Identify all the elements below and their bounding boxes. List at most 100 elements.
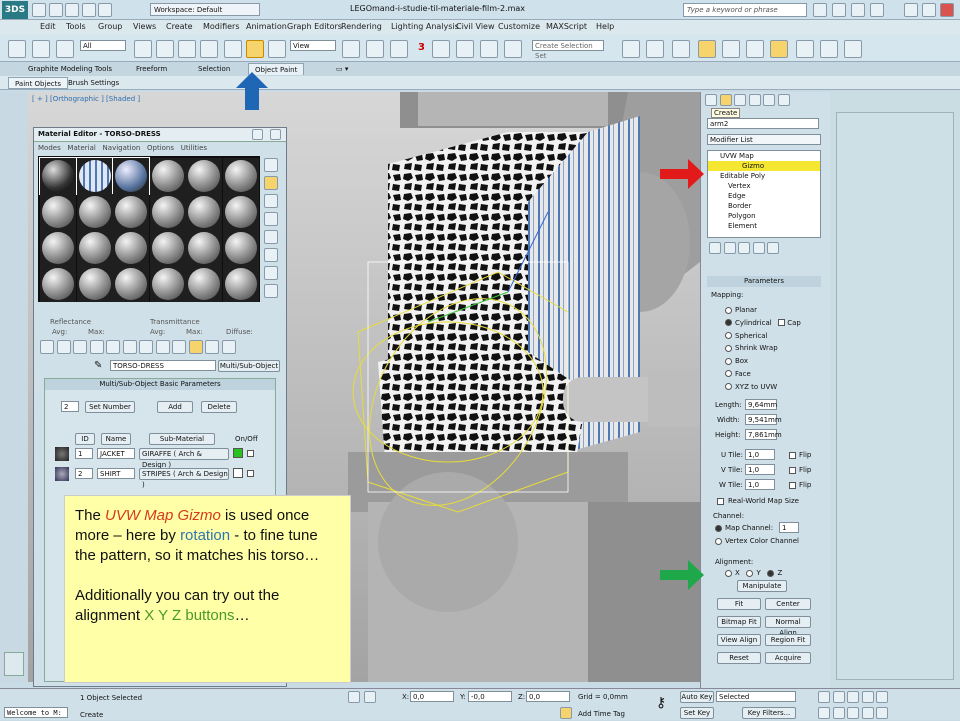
view-align-button[interactable]: View Align bbox=[717, 634, 761, 646]
snap-toggle-icon[interactable]: 3 bbox=[418, 42, 425, 53]
wflip-checkbox[interactable] bbox=[789, 482, 796, 489]
new-file-icon[interactable] bbox=[32, 3, 46, 17]
row-name[interactable]: JACKET bbox=[97, 448, 135, 459]
sample-type-icon[interactable] bbox=[264, 158, 278, 172]
menu-graph-editors[interactable]: Graph Editors bbox=[287, 22, 342, 31]
maximize-viewport-icon[interactable] bbox=[876, 707, 889, 719]
col-name-header[interactable]: Name bbox=[101, 433, 131, 445]
stack-item-polygon[interactable]: Polygon bbox=[708, 211, 820, 221]
row-onoff-checkbox[interactable] bbox=[247, 470, 254, 477]
show-end-result-stack-icon[interactable] bbox=[723, 242, 736, 254]
put-to-scene-icon[interactable] bbox=[56, 340, 71, 354]
subtab-brush-settings[interactable]: Brush Settings bbox=[62, 77, 125, 89]
x-coord-field[interactable]: 0,0 bbox=[410, 691, 454, 702]
me-menu-utilities[interactable]: Utilities bbox=[181, 144, 207, 152]
percent-snap-icon[interactable] bbox=[456, 40, 474, 58]
rendered-frame-icon[interactable] bbox=[820, 40, 838, 58]
pick-material-icon[interactable]: ✎ bbox=[94, 360, 102, 371]
spherical-radio[interactable] bbox=[725, 332, 732, 340]
me-menu-options[interactable]: Options bbox=[147, 144, 174, 152]
link-icon[interactable] bbox=[56, 40, 74, 58]
named-selection-set-select[interactable]: Create Selection Set bbox=[532, 40, 604, 60]
material-id-channel-icon[interactable] bbox=[155, 340, 170, 354]
render-teapot-icon[interactable] bbox=[844, 40, 862, 58]
material-slot[interactable] bbox=[186, 266, 222, 302]
add-button[interactable]: Add bbox=[157, 401, 193, 413]
assign-to-selection-icon[interactable] bbox=[73, 340, 88, 354]
menu-modifiers[interactable]: Modifiers bbox=[203, 22, 240, 31]
mirror-icon[interactable] bbox=[622, 40, 640, 58]
graphite-toggle-icon[interactable] bbox=[698, 40, 716, 58]
redo-toolbar-icon[interactable] bbox=[32, 40, 50, 58]
material-slot[interactable] bbox=[149, 194, 186, 230]
set-count-field[interactable]: 2 bbox=[61, 401, 79, 412]
menu-tools[interactable]: Tools bbox=[66, 22, 86, 31]
cylindrical-radio[interactable] bbox=[725, 319, 732, 327]
move-icon[interactable] bbox=[224, 40, 242, 58]
vertex-color-radio[interactable] bbox=[715, 537, 722, 545]
display-tab-icon[interactable] bbox=[763, 94, 776, 106]
me-menu-navigation[interactable]: Navigation bbox=[103, 144, 141, 152]
row-id[interactable]: 1 bbox=[75, 448, 93, 459]
material-slot[interactable] bbox=[149, 266, 186, 302]
maxscript-mini-listener[interactable] bbox=[4, 652, 24, 676]
get-material-icon[interactable] bbox=[40, 340, 54, 354]
width-field[interactable]: 9,541mm bbox=[745, 414, 782, 425]
bitmap-fit-button[interactable]: Bitmap Fit bbox=[717, 616, 761, 628]
scale-icon[interactable] bbox=[268, 40, 286, 58]
layer-manager-icon[interactable] bbox=[672, 40, 690, 58]
acquire-button[interactable]: Acquire bbox=[765, 652, 811, 664]
wtile-field[interactable]: 1,0 bbox=[745, 479, 775, 490]
subtab-paint-objects[interactable]: Paint Objects bbox=[8, 77, 68, 89]
face-radio[interactable] bbox=[725, 370, 732, 378]
modifier-stack[interactable]: UVW Map Gizmo Editable Poly Vertex Edge … bbox=[707, 150, 821, 238]
material-slot[interactable] bbox=[76, 194, 113, 230]
tab-selection[interactable]: Selection bbox=[192, 63, 236, 75]
help-icon[interactable] bbox=[870, 3, 884, 17]
curve-editor-icon[interactable] bbox=[722, 40, 740, 58]
material-slot[interactable] bbox=[222, 194, 259, 230]
mapping-cylindrical[interactable]: Cylindrical Cap bbox=[725, 317, 801, 330]
material-slot[interactable] bbox=[222, 266, 259, 302]
row-color-swatch[interactable] bbox=[233, 468, 243, 478]
y-coord-field[interactable]: -0,0 bbox=[468, 691, 512, 702]
modifier-list-select[interactable]: Modifier List bbox=[707, 134, 821, 145]
previous-frame-icon[interactable] bbox=[832, 691, 845, 703]
background-icon[interactable] bbox=[264, 194, 278, 208]
angle-snap-icon[interactable] bbox=[432, 40, 450, 58]
col-sub-header[interactable]: Sub-Material bbox=[149, 433, 215, 445]
fit-button[interactable]: Fit bbox=[717, 598, 761, 610]
material-slot[interactable] bbox=[186, 230, 222, 266]
stack-item-vertex[interactable]: Vertex bbox=[708, 181, 820, 191]
reference-coordinate-select[interactable]: View bbox=[290, 40, 336, 51]
make-unique-stack-icon[interactable] bbox=[738, 242, 751, 254]
material-slot[interactable] bbox=[113, 266, 149, 302]
material-slot[interactable] bbox=[76, 266, 113, 302]
mapping-xyz-to-uvw[interactable]: XYZ to UVW bbox=[725, 381, 801, 394]
material-slot[interactable] bbox=[40, 266, 76, 302]
me-minimize-icon[interactable] bbox=[252, 129, 263, 140]
axis-z-radio[interactable] bbox=[767, 569, 775, 577]
map-channel-radio[interactable] bbox=[715, 524, 722, 532]
material-slot[interactable] bbox=[40, 194, 76, 230]
mapping-spherical[interactable]: Spherical bbox=[725, 330, 801, 343]
go-forward-sibling-icon[interactable] bbox=[222, 340, 237, 354]
go-to-start-icon[interactable] bbox=[818, 691, 830, 703]
cap-checkbox[interactable] bbox=[777, 319, 785, 327]
material-slot[interactable] bbox=[113, 194, 149, 230]
menu-group[interactable]: Group bbox=[98, 22, 122, 31]
row-color-swatch[interactable] bbox=[233, 448, 243, 458]
key-mode-select[interactable]: Selected bbox=[716, 691, 796, 702]
stack-item-gizmo[interactable]: Gizmo bbox=[708, 161, 820, 171]
xyz-to-uvw-radio[interactable] bbox=[725, 383, 732, 391]
row-id[interactable]: 2 bbox=[75, 468, 93, 479]
axis-y-radio[interactable] bbox=[746, 569, 754, 577]
maximize-icon[interactable] bbox=[922, 3, 936, 17]
tab-graphite-modeling-tools[interactable]: Graphite Modeling Tools bbox=[22, 63, 118, 75]
menu-help[interactable]: Help bbox=[596, 22, 614, 31]
manipulate-button[interactable]: Manipulate bbox=[737, 580, 787, 592]
remove-modifier-icon[interactable] bbox=[752, 242, 765, 254]
hierarchy-tab-icon[interactable] bbox=[734, 94, 747, 106]
key-icon[interactable]: ⚷ bbox=[656, 695, 666, 711]
app-logo[interactable]: 3DS bbox=[2, 1, 28, 19]
